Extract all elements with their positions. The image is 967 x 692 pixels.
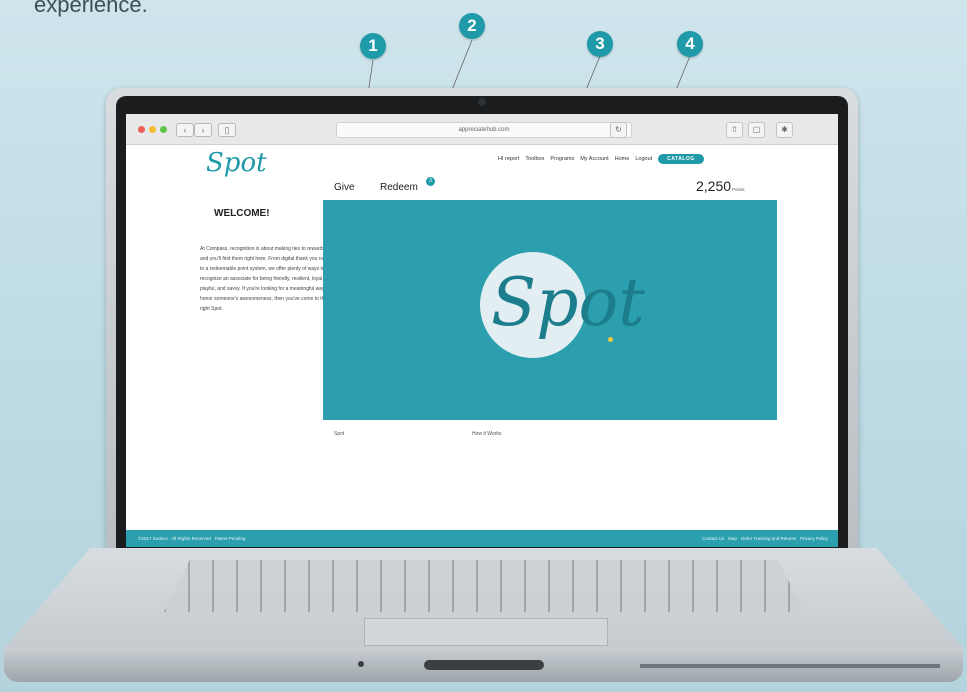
hero-logo: Spot bbox=[491, 264, 645, 341]
spot-logo[interactable]: Spot bbox=[206, 148, 267, 178]
footer-left: ©2017 Sodexo All Rights Reserved Patent … bbox=[138, 530, 245, 547]
redeem-badge: 3 bbox=[426, 177, 435, 186]
address-bar[interactable]: appreciatehub.com bbox=[336, 122, 632, 138]
browser-window: ‹ › ▯ appreciatehub.com ↻ ⇧ ▢ ✱ Spot WEL… bbox=[126, 114, 838, 547]
share-icon[interactable]: ⇧ bbox=[726, 122, 743, 138]
laptop-deck bbox=[4, 548, 963, 648]
sidebar-icon[interactable]: ▯ bbox=[218, 123, 236, 137]
points-unit: Points bbox=[732, 187, 745, 192]
callout-marker-1: 1 bbox=[360, 33, 386, 59]
top-nav: HI report Toolbox Programs My Account Ho… bbox=[498, 154, 704, 164]
maximize-window-icon[interactable] bbox=[160, 126, 167, 133]
footer-patent: Patent Pending bbox=[214, 536, 246, 541]
callout-marker-4: 4 bbox=[677, 31, 703, 57]
footer-right: Contact Us Map Order Tracking and Return… bbox=[702, 530, 828, 547]
reload-icon[interactable]: ↻ bbox=[610, 122, 627, 138]
callout-marker-2: 2 bbox=[459, 13, 485, 39]
footer-order-tracking-link[interactable]: Order Tracking and Returns bbox=[741, 536, 797, 541]
minimize-window-icon[interactable] bbox=[149, 126, 156, 133]
welcome-heading: WELCOME! bbox=[214, 208, 270, 219]
tab-give[interactable]: Give bbox=[334, 182, 355, 193]
footer-map-link[interactable]: Map bbox=[728, 536, 737, 541]
optical-drive-slot bbox=[424, 660, 544, 670]
hero-logo-dot bbox=[608, 337, 613, 342]
hero-banner: Spot bbox=[323, 200, 777, 420]
keyboard bbox=[164, 560, 804, 612]
nav-hi-report[interactable]: HI report bbox=[498, 156, 519, 162]
welcome-text: At Compass, recognition is about making … bbox=[200, 246, 332, 312]
sleep-light-icon bbox=[358, 661, 364, 667]
nav-logout[interactable]: Logout bbox=[635, 156, 652, 162]
back-icon[interactable]: ‹ bbox=[176, 123, 194, 137]
nav-my-account[interactable]: My Account bbox=[580, 156, 608, 162]
points-balance: 2,250Points bbox=[696, 178, 745, 194]
nav-home[interactable]: Home bbox=[615, 156, 630, 162]
sub-link-spot[interactable]: Spot bbox=[334, 431, 344, 437]
catalog-button[interactable]: CATALOG bbox=[658, 154, 704, 164]
sub-link-how-it-works[interactable]: How it Works bbox=[472, 431, 501, 437]
extension-icon[interactable]: ✱ bbox=[776, 122, 793, 138]
browser-toolbar: ‹ › ▯ appreciatehub.com ↻ ⇧ ▢ ✱ bbox=[126, 114, 838, 145]
tab-redeem[interactable]: Redeem bbox=[380, 182, 418, 193]
camera-icon bbox=[478, 98, 486, 106]
footer-rights: All Rights Reserved bbox=[171, 536, 211, 541]
callout-marker-3: 3 bbox=[587, 31, 613, 57]
vent-strip bbox=[640, 664, 940, 668]
laptop-base bbox=[4, 548, 963, 688]
forward-icon[interactable]: › bbox=[194, 123, 212, 137]
nav-toolbox[interactable]: Toolbox bbox=[525, 156, 544, 162]
nav-programs[interactable]: Programs bbox=[550, 156, 574, 162]
footer-bar: ©2017 Sodexo All Rights Reserved Patent … bbox=[126, 530, 838, 547]
tabs-icon[interactable]: ▢ bbox=[748, 122, 765, 138]
close-window-icon[interactable] bbox=[138, 126, 145, 133]
footer-privacy-link[interactable]: Privacy Policy bbox=[800, 536, 828, 541]
laptop-front-edge bbox=[4, 648, 963, 682]
points-value: 2,250 bbox=[696, 178, 732, 194]
footer-contact-link[interactable]: Contact Us bbox=[702, 536, 724, 541]
footer-copyright: ©2017 Sodexo bbox=[138, 536, 168, 541]
trackpad bbox=[364, 618, 608, 646]
